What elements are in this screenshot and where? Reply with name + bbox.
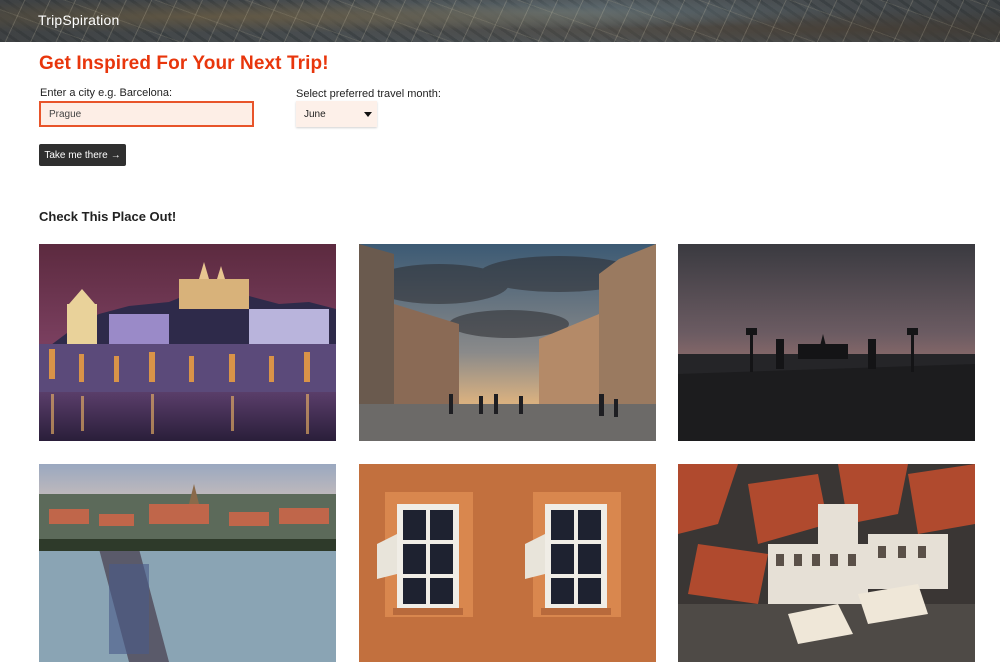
photo-image — [359, 464, 656, 662]
brand-logo[interactable]: TripSpiration — [38, 12, 119, 28]
city-input[interactable]: Prague — [39, 101, 254, 127]
header-map-background — [0, 0, 1000, 42]
gallery-title: Check This Place Out! — [39, 209, 177, 224]
arrow-right-icon: → — [110, 149, 121, 161]
photo-charles-bridge-dusk[interactable] — [678, 244, 975, 441]
month-selected-value: June — [304, 108, 326, 120]
photo-image — [39, 244, 336, 441]
photo-prague-aerial[interactable] — [39, 464, 336, 662]
month-label: Select preferred travel month: — [296, 88, 441, 100]
take-me-there-label: Take me there — [44, 149, 108, 161]
caret-down-icon — [364, 112, 372, 117]
city-label: Enter a city e.g. Barcelona: — [40, 87, 173, 99]
photo-prague-castle-night[interactable] — [39, 244, 336, 441]
take-me-there-button[interactable]: Take me there → — [39, 144, 126, 166]
photo-image — [678, 244, 975, 441]
photo-orange-wall-windows[interactable] — [359, 464, 656, 662]
page-title: Get Inspired For Your Next Trip! — [39, 53, 329, 74]
month-select[interactable]: June — [296, 101, 377, 127]
photo-image — [678, 464, 975, 662]
photo-old-town-rooftops[interactable] — [678, 464, 975, 662]
site-header: TripSpiration — [0, 0, 1000, 42]
photo-wenceslas-square[interactable] — [359, 244, 656, 441]
photo-image — [39, 464, 336, 662]
photo-image — [359, 244, 656, 441]
